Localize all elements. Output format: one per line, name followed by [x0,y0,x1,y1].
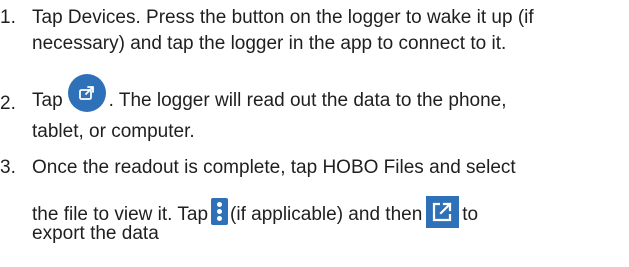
step-text: Tap [32,90,63,111]
step-text-line: tablet, or computer. [32,121,195,142]
readout-icon [67,74,106,112]
step-number: 2. [0,93,16,114]
step-2: 2. Tap . The logger will read out the da… [0,64,629,144]
step-text-line: export the data [32,223,159,244]
step-text-line: Tap Devices. Press the button on the log… [32,7,534,28]
export-icon [426,196,460,228]
step-number: 1. [0,7,16,28]
step-text: to [462,204,479,225]
step-text-line: Once the readout is complete, tap HOBO F… [32,157,516,178]
more-options-icon [211,198,229,225]
step-text: (if applicable) and then [230,204,423,225]
step-text-line: Tap . The logger will read out the data … [32,74,507,113]
step-number: 3. [0,157,16,178]
step-text: . The logger will read out the data to t… [108,90,507,111]
step-1: 1. Tap Devices. Press the button on the … [0,0,629,54]
step-3: 3. Once the readout is complete, tap HOB… [0,156,629,267]
step-text-line: necessary) and tap the logger in the app… [32,33,507,54]
